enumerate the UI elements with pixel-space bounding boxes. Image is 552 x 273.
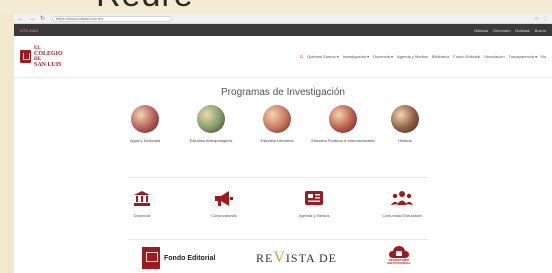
- program-label[interactable]: Historia: [370, 138, 440, 143]
- service-docencia[interactable]: Docencia: [102, 189, 182, 218]
- menu-item[interactable]: Bu: [541, 54, 546, 59]
- menu-item[interactable]: Vinculación: [484, 54, 504, 59]
- topbar-link[interactable]: Buzón: [535, 28, 546, 33]
- photo-frame-left: [0, 14, 14, 273]
- program-card[interactable]: Estudios Literarios: [242, 105, 312, 143]
- revista-logo[interactable]: REVISTA DE: [256, 249, 337, 267]
- site-topbar: UTS 2023 Noticias Directorio Noticias Bu…: [14, 24, 552, 36]
- newspaper-icon: [274, 189, 354, 207]
- logo-emblem: [20, 50, 31, 63]
- repositorio-logo[interactable]: REPOSITORIO INSTITUCIONAL: [386, 245, 412, 266]
- topbar-badge: UTS 2023: [20, 27, 39, 33]
- program-image[interactable]: [263, 105, 291, 133]
- services-row: Docencia Convocatorias Agenda y Medios C…: [128, 189, 428, 231]
- programs-grid: Agua y Sociedad Estudios Antropológicos …: [128, 105, 428, 165]
- topbar-link[interactable]: Directorio: [493, 28, 510, 33]
- overlay-word: Redre: [96, 0, 194, 14]
- address-bar[interactable]: https://www.colsan.edu.mx: [52, 15, 173, 22]
- service-label[interactable]: Convocatorias: [184, 213, 264, 218]
- service-comunidad[interactable]: Comunidad Estudiantil: [362, 189, 442, 218]
- menu-item[interactable]: Quiénes Somos ▾: [307, 54, 339, 59]
- program-label[interactable]: Agua y Sociedad: [110, 138, 180, 143]
- logo-line: SAN LUIS: [34, 61, 62, 68]
- service-label[interactable]: Comunidad Estudiantil: [362, 213, 442, 218]
- back-icon[interactable]: ←: [18, 16, 24, 22]
- site-header: EL COLEGIO DE SAN LUIS ⌂ Quiénes Somos ▾…: [14, 36, 552, 78]
- star-icon[interactable]: ☆: [535, 16, 539, 22]
- site-logo[interactable]: EL COLEGIO DE SAN LUIS: [20, 46, 63, 68]
- program-label[interactable]: Estudios Literarios: [242, 138, 312, 143]
- menu-item[interactable]: Agenda y Medios: [397, 54, 428, 59]
- main-menu: ⌂ Quiénes Somos ▾ Investigación ▾ Docenc…: [300, 54, 546, 60]
- program-image[interactable]: [197, 105, 225, 133]
- program-image[interactable]: [391, 105, 419, 133]
- cloud-icon: [389, 245, 409, 259]
- menu-item[interactable]: Fondo Editorial: [453, 54, 480, 59]
- revista-text: RE: [256, 251, 274, 265]
- browser-window: ← → ↻ https://www.colsan.edu.mx ☆ ⋮ UTS …: [14, 14, 552, 273]
- program-image[interactable]: [131, 105, 159, 133]
- program-image[interactable]: [329, 105, 357, 133]
- revista-v: V: [273, 249, 286, 266]
- revista-text: ISTA DE: [285, 251, 337, 265]
- service-label[interactable]: Agenda y Medios: [274, 213, 354, 218]
- section-divider: [128, 239, 428, 240]
- menu-item[interactable]: Docencia ▾: [373, 54, 393, 59]
- browser-actions: ☆ ⋮: [535, 16, 548, 22]
- section-divider: [128, 177, 428, 178]
- home-icon[interactable]: ⌂: [300, 54, 304, 60]
- program-label[interactable]: Estudios Antropológicos: [176, 138, 246, 143]
- institution-icon: [102, 189, 182, 207]
- program-card[interactable]: Historia: [370, 105, 440, 143]
- topbar-link[interactable]: Noticias: [515, 28, 529, 33]
- menu-item[interactable]: Investigación ▾: [343, 54, 369, 59]
- topbar-link[interactable]: Noticias: [474, 28, 488, 33]
- service-agenda[interactable]: Agenda y Medios: [274, 189, 354, 218]
- fondo-editorial-logo[interactable]: Fondo Editorial: [142, 247, 215, 269]
- browser-toolbar: ← → ↻ https://www.colsan.edu.mx ☆ ⋮: [14, 14, 552, 24]
- partner-logos: Fondo Editorial REVISTA DE REPOSITORIO I…: [14, 245, 552, 273]
- menu-item[interactable]: Biblioteca: [432, 54, 449, 59]
- program-card[interactable]: Estudios Antropológicos: [176, 105, 246, 143]
- program-label[interactable]: Estudios Políticos e Internacionales: [308, 138, 378, 143]
- reload-icon[interactable]: ↻: [40, 16, 45, 22]
- forward-icon[interactable]: →: [29, 16, 35, 22]
- service-label[interactable]: Docencia: [102, 213, 182, 218]
- url-text: https://www.colsan.edu.mx: [56, 16, 104, 21]
- topbar-links: Noticias Directorio Noticias Buzón: [474, 28, 546, 33]
- fondo-emblem: [142, 247, 160, 269]
- program-card[interactable]: Estudios Políticos e Internacionales: [308, 105, 378, 143]
- repo-label: INSTITUCIONAL: [387, 261, 411, 266]
- photo-frame-top: Redre: [0, 0, 552, 14]
- fondo-label: Fondo Editorial: [164, 254, 216, 262]
- menu-item[interactable]: Transparencia ▾: [509, 54, 538, 59]
- logo-text: EL COLEGIO DE SAN LUIS: [34, 46, 63, 68]
- menu-dots-icon[interactable]: ⋮: [543, 16, 548, 22]
- megaphone-icon: [184, 189, 264, 207]
- section-title: Programas de Investigación: [221, 87, 345, 98]
- users-icon: [362, 189, 442, 207]
- program-card[interactable]: Agua y Sociedad: [110, 105, 180, 143]
- service-convocatorias[interactable]: Convocatorias: [184, 189, 264, 218]
